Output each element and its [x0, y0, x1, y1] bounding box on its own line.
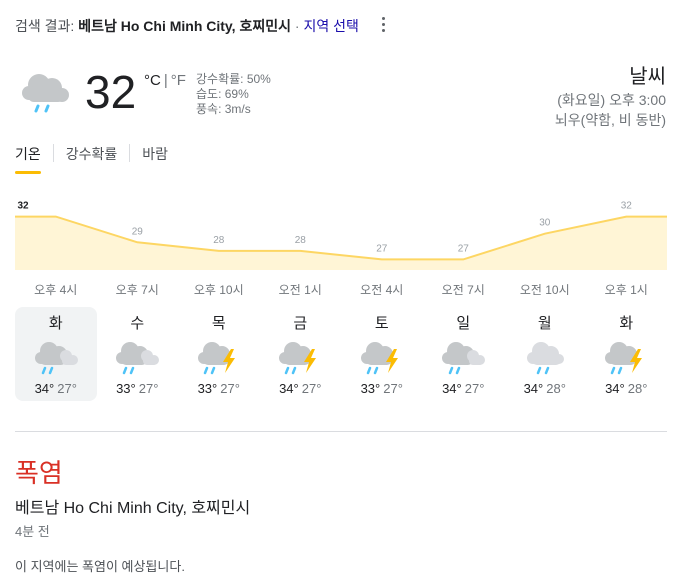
weather-title: 날씨: [629, 66, 666, 88]
thunderstorm-icon: [195, 337, 243, 377]
day-temps: 34° 28°: [504, 381, 586, 396]
high-temp: 34°: [34, 381, 55, 396]
low-temp: 28°: [627, 381, 648, 396]
location-label: 베트남 Ho Chi Minh City, 호찌민시: [78, 18, 291, 34]
day-temps: 34° 27°: [15, 381, 97, 396]
day-name: 화: [48, 315, 63, 332]
data-label: 28: [295, 235, 307, 246]
rain-cloud-icon: [22, 74, 69, 113]
thunderstorm-icon: [276, 337, 324, 377]
search-context-bar: 검색 결과: 베트남 Ho Chi Minh City, 호찌민시 · 지역 선…: [15, 16, 359, 36]
change-location-link[interactable]: 지역 선택: [303, 18, 358, 34]
thunderstorm-icon: [602, 337, 650, 377]
low-temp: 27°: [57, 381, 77, 396]
time-axis: 오후 4시 오후 7시 오후 10시 오전 1시 오전 4시 오전 7시 오전 …: [15, 281, 667, 298]
section-divider: [15, 431, 667, 432]
time-label: 오전 10시: [519, 283, 570, 297]
time-label: 오후 1시: [604, 283, 648, 297]
time-label: 오후 10시: [193, 283, 244, 297]
weather-summary: 날씨 (화요일) 오후 3:00 뇌우(약함, 비 동반): [555, 64, 666, 130]
high-temp: 33°: [360, 381, 381, 396]
day-temps: 34° 28°: [586, 381, 668, 396]
rain-cloud-icon: [32, 337, 80, 377]
tab-precipitation[interactable]: 강수확률: [66, 144, 118, 174]
temperature-area: [15, 216, 667, 270]
day-temps: 34° 27°: [260, 381, 342, 396]
datetime-text: (화요일) 오후 3:00: [557, 92, 666, 108]
day-card[interactable]: 일 34° 27°: [423, 307, 505, 401]
day-card[interactable]: 화 34° 28°: [586, 307, 668, 401]
humidity-text: 습도: 69%: [196, 87, 249, 101]
rain-cloud-icon: [439, 337, 487, 377]
unit-separator: |: [163, 72, 168, 89]
low-temp: 28°: [546, 381, 566, 396]
fahrenheit-button[interactable]: °F: [171, 72, 186, 89]
alert-title: 폭염: [15, 458, 63, 488]
day-card[interactable]: 화 34° 27°: [15, 307, 97, 401]
high-temp: 33°: [197, 381, 218, 396]
tab-temperature[interactable]: 기온: [15, 144, 41, 174]
day-temps: 33° 27°: [97, 381, 179, 396]
rain-light-icon: [521, 337, 569, 377]
data-label: 32: [17, 201, 29, 212]
precipitation-text: 강수확률: 50%: [196, 72, 271, 86]
data-label: 27: [458, 243, 470, 254]
low-temp: 27°: [138, 381, 159, 396]
unit-toggle: °C | °F: [144, 72, 186, 89]
day-card[interactable]: 토 33° 27°: [341, 307, 423, 401]
thunderstorm-icon: [358, 337, 406, 377]
more-options-icon[interactable]: [377, 14, 389, 34]
day-name: 일: [456, 315, 471, 332]
low-temp: 27°: [301, 381, 322, 396]
data-label: 28: [213, 235, 225, 246]
low-temp: 27°: [464, 381, 485, 396]
high-temp: 34°: [605, 381, 625, 396]
time-label: 오후 4시: [34, 283, 78, 297]
high-temp: 33°: [116, 381, 136, 396]
high-temp: 34°: [279, 381, 299, 396]
day-card[interactable]: 수 33° 27°: [97, 307, 179, 401]
data-label: 29: [132, 226, 144, 237]
temperature-chart: 32 29 28 28 27 27 30 32: [15, 201, 667, 270]
day-temps: 33° 27°: [178, 381, 260, 396]
day-name: 금: [293, 315, 308, 332]
day-temps: 34° 27°: [423, 381, 505, 396]
separator: ·: [294, 18, 300, 34]
time-label: 오전 1시: [278, 283, 322, 297]
data-label: 27: [376, 243, 388, 254]
search-prefix: 검색 결과:: [15, 18, 75, 34]
day-temps: 33° 27°: [341, 381, 423, 396]
condition-text: 뇌우(약함, 비 동반): [554, 112, 666, 128]
wind-text: 풍속: 3m/s: [196, 102, 251, 116]
weather-details: 강수확률: 50% 습도: 69% 풍속: 3m/s: [196, 72, 271, 117]
tab-divider: [129, 144, 131, 162]
metric-tabs: 기온 강수확률 바람: [15, 144, 168, 174]
high-temp: 34°: [523, 381, 544, 396]
data-label: 30: [539, 218, 551, 229]
time-label: 오전 7시: [441, 283, 485, 297]
day-name: 월: [537, 315, 552, 332]
day-name: 수: [130, 315, 145, 332]
high-temp: 34°: [442, 381, 462, 396]
low-temp: 27°: [383, 381, 403, 396]
day-card[interactable]: 월 34° 28°: [504, 307, 586, 401]
time-label: 오후 7시: [115, 283, 159, 297]
celsius-button[interactable]: °C: [144, 72, 161, 89]
alert-time: 4분 전: [15, 524, 50, 539]
tab-divider: [52, 144, 54, 162]
low-temp: 27°: [220, 381, 240, 396]
alert-location: 베트남 Ho Chi Minh City, 호찌민시: [15, 500, 251, 517]
tab-wind[interactable]: 바람: [142, 144, 168, 174]
day-name: 화: [619, 315, 634, 332]
alert-description: 이 지역에는 폭염이 예상됩니다.: [15, 559, 185, 574]
current-temperature: 32: [85, 66, 137, 118]
data-label: 32: [621, 201, 633, 212]
day-name: 목: [211, 315, 226, 332]
day-card[interactable]: 목 33° 27°: [178, 307, 260, 401]
time-label: 오전 4시: [360, 283, 404, 297]
day-card[interactable]: 금 34° 27°: [260, 307, 342, 401]
day-name: 토: [374, 315, 389, 332]
daily-forecast: 화 34° 27° 수 33° 27° 목 33° 27° 금 34° 27° 토 33…: [15, 307, 667, 401]
rain-cloud-icon: [113, 337, 161, 377]
